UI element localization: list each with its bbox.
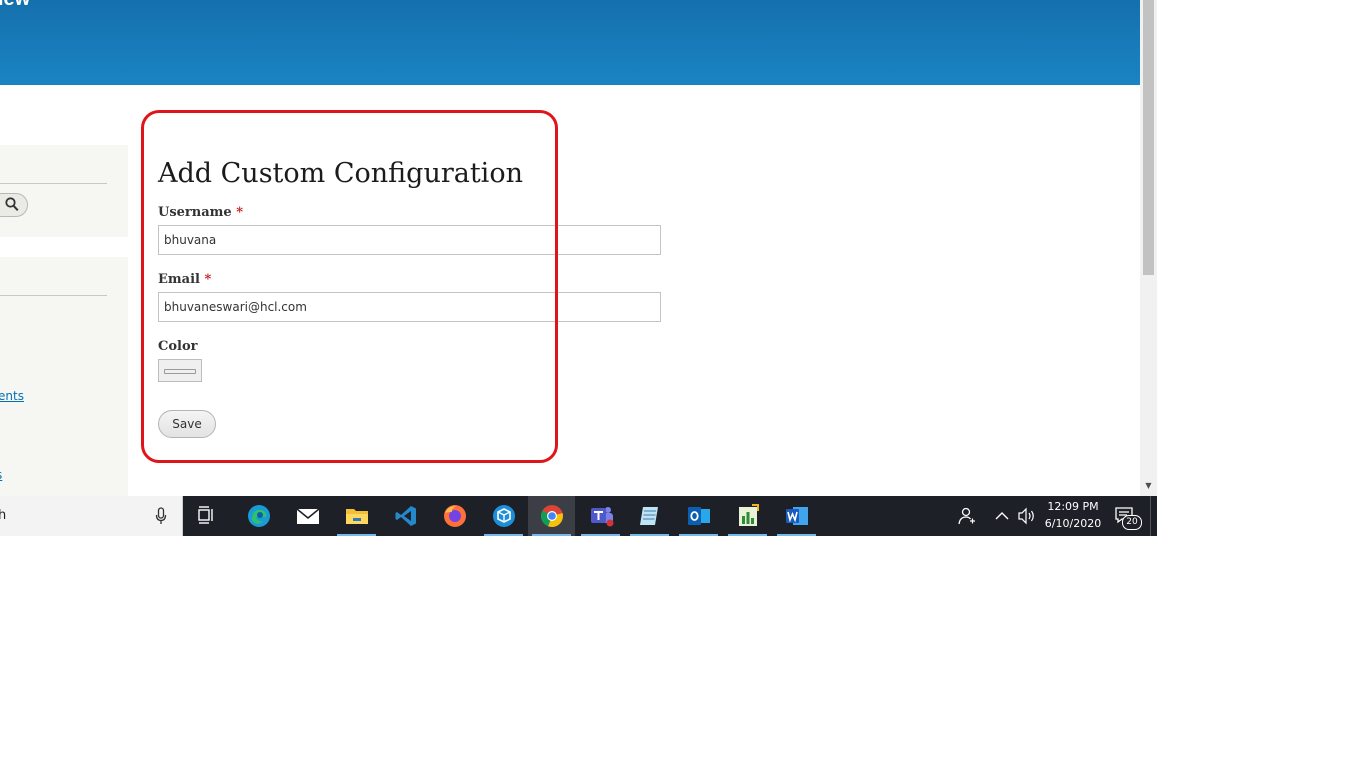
taskbar-file-explorer[interactable] — [333, 496, 380, 536]
email-label: Email * — [158, 272, 211, 287]
volume-icon[interactable] — [1017, 507, 1037, 525]
sidebar-link[interactable]: s — [0, 468, 2, 482]
sidebar-search-block — [0, 145, 128, 237]
firefox-icon — [444, 505, 466, 527]
divider — [0, 295, 107, 296]
taskbar-word[interactable] — [773, 496, 820, 536]
browser-viewport: iew ents s Add Custom Configuration User… — [0, 0, 1157, 496]
username-label: Username * — [158, 205, 243, 220]
sidebar-link[interactable]: ents — [0, 389, 24, 403]
people-icon[interactable] — [957, 506, 977, 526]
taskbar-edge[interactable] — [235, 496, 282, 536]
edge-icon — [248, 505, 270, 527]
taskbar-mail[interactable] — [284, 496, 331, 536]
running-indicator — [728, 534, 767, 536]
color-label: Color — [158, 339, 198, 354]
site-header: iew — [0, 0, 1140, 85]
package-icon — [493, 505, 515, 527]
task-view-button[interactable] — [184, 496, 231, 536]
scrollbar-thumb[interactable] — [1143, 0, 1154, 275]
taskbar-chrome[interactable] — [528, 496, 575, 536]
folder-icon — [346, 509, 368, 524]
running-indicator — [581, 534, 620, 536]
notification-count-badge: 20 — [1122, 515, 1142, 530]
chevron-up-icon[interactable] — [994, 508, 1010, 524]
outlook-icon — [688, 507, 710, 525]
running-indicator — [532, 534, 571, 536]
username-label-text: Username — [158, 205, 232, 220]
vs-code-icon — [395, 506, 416, 526]
task-view-icon — [198, 506, 213, 524]
show-desktop-button[interactable] — [1150, 496, 1158, 536]
clock-date[interactable]: 6/10/2020 — [1044, 517, 1102, 530]
email-label-text: Email — [158, 272, 200, 287]
sidebar-tools-block — [0, 257, 128, 496]
color-swatch — [164, 369, 196, 374]
word-icon — [786, 507, 808, 525]
taskbar-vs-code[interactable] — [382, 496, 429, 536]
taskbar-package-app[interactable] — [480, 496, 527, 536]
running-indicator — [337, 534, 376, 536]
running-indicator — [484, 534, 523, 536]
site-name[interactable]: iew — [0, 0, 30, 11]
screen: iew ents s Add Custom Configuration User… — [0, 0, 1366, 768]
required-marker: * — [204, 272, 212, 287]
mail-icon — [296, 508, 320, 524]
email-field[interactable] — [158, 292, 661, 322]
required-marker: * — [236, 205, 244, 220]
taskbar: h 12:09 PM 6/10/2020 20 — [0, 496, 1157, 536]
taskbar-project[interactable] — [724, 496, 771, 536]
taskbar-search-box[interactable]: h — [0, 496, 183, 536]
search-submit-button[interactable] — [0, 193, 28, 217]
taskbar-notepad[interactable] — [626, 496, 673, 536]
taskbar-teams[interactable] — [577, 496, 624, 536]
save-button[interactable]: Save — [158, 410, 216, 438]
username-field[interactable] — [158, 225, 661, 255]
taskbar-search-text: h — [0, 508, 7, 523]
microphone-icon[interactable] — [155, 507, 167, 525]
color-picker[interactable] — [158, 359, 202, 382]
teams-icon — [591, 507, 614, 527]
running-indicator — [630, 534, 669, 536]
search-icon — [5, 197, 19, 211]
page-title: Add Custom Configuration — [158, 158, 523, 189]
project-icon — [739, 504, 759, 526]
divider — [0, 183, 107, 184]
running-indicator — [679, 534, 718, 536]
chrome-icon — [540, 505, 563, 528]
scroll-down-arrow-icon[interactable]: ▼ — [1143, 481, 1154, 491]
taskbar-firefox[interactable] — [431, 496, 478, 536]
notepad-icon — [640, 507, 658, 525]
clock-time[interactable]: 12:09 PM — [1046, 500, 1100, 513]
running-indicator — [777, 534, 816, 536]
taskbar-outlook[interactable] — [675, 496, 722, 536]
